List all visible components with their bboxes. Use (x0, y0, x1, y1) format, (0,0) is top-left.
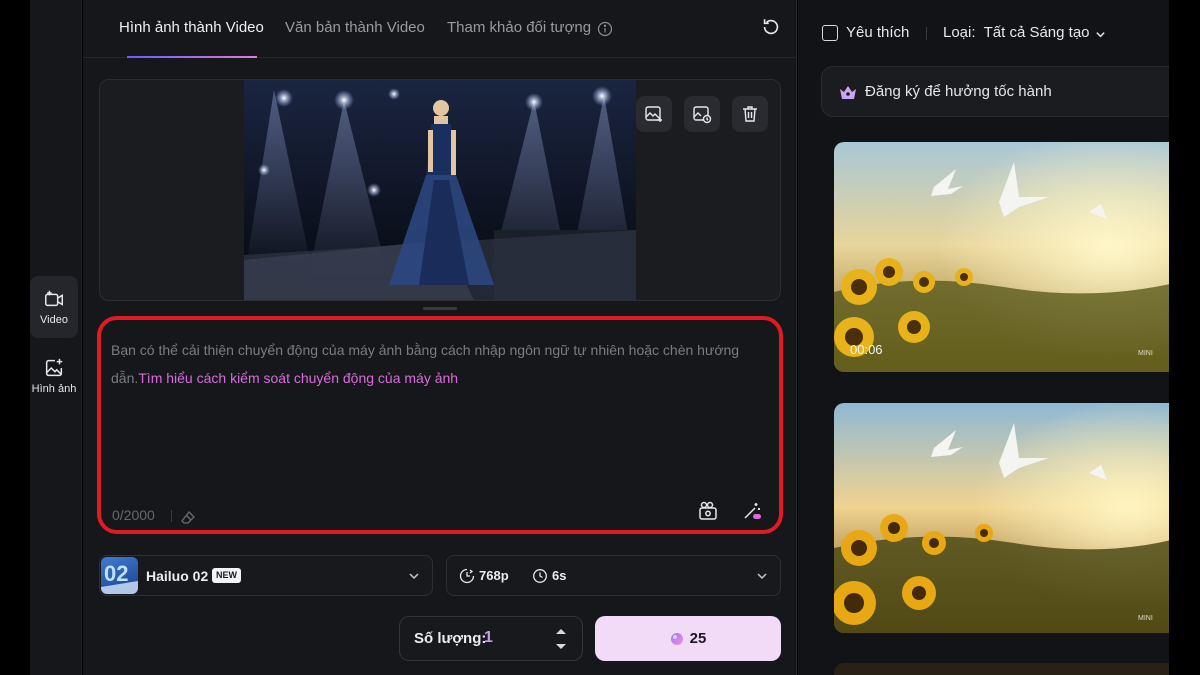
trash-icon (743, 106, 757, 122)
filter-divider (926, 27, 927, 40)
video-duration: 00:06 (850, 342, 883, 357)
uploaded-image-area[interactable] (99, 79, 781, 301)
credit-gem-icon (670, 632, 683, 645)
gallery-video-card[interactable]: 00:06 MINI (834, 142, 1169, 372)
tab-text-to-video[interactable]: Văn bản thành Video (285, 19, 425, 36)
decrement-icon[interactable] (552, 641, 570, 653)
chevron-down-icon (409, 573, 419, 580)
increment-icon[interactable] (552, 625, 570, 637)
prompt-input-area[interactable]: Bạn có thể cải thiện chuyển động của máy… (97, 316, 783, 534)
generate-button[interactable]: 25 (595, 616, 781, 661)
clock-icon (533, 569, 547, 583)
eraser-icon[interactable] (180, 509, 196, 525)
model-selector[interactable]: 02 Hailuo 02 NEW (99, 555, 433, 596)
gallery-video-card-partial[interactable] (834, 663, 1169, 675)
image-clock-icon (693, 106, 712, 124)
nav-item-video[interactable]: Video (30, 276, 78, 338)
chevron-down-icon (757, 573, 767, 580)
video-settings-selector[interactable]: 768p 6s (446, 555, 781, 596)
nav-item-image[interactable]: Hình ảnh (30, 345, 78, 407)
subscribe-banner[interactable]: Đăng ký để hưởng tốc hành (821, 66, 1169, 117)
subscribe-text: Đăng ký để hưởng tốc hành (865, 83, 1052, 100)
type-filter-dropdown[interactable]: Loại: Tất cả Sáng tạo (943, 24, 1090, 41)
mode-tabs: Hình ảnh thành Video Văn bản thành Video… (83, 0, 797, 58)
type-filter-label: Loại: (943, 24, 976, 41)
camera-movement-icon[interactable] (697, 500, 719, 522)
info-icon[interactable] (597, 21, 613, 37)
active-tab-indicator (127, 56, 257, 58)
uploaded-image (244, 80, 636, 300)
tab-image-to-video[interactable]: Hình ảnh thành Video (119, 19, 264, 36)
prompt-placeholder[interactable]: Bạn có thể cải thiện chuyển động của máy… (111, 336, 751, 392)
watermark: MINI (1138, 615, 1153, 622)
left-letterbox (0, 0, 30, 675)
tab-subject-reference[interactable]: Tham khảo đối tượng (447, 19, 591, 36)
reset-icon[interactable] (760, 16, 782, 38)
svg-text:02: 02 (104, 561, 128, 586)
image-history-button[interactable] (684, 96, 720, 132)
favorite-checkbox[interactable] (822, 25, 838, 41)
model-name: Hailuo 02 (146, 568, 209, 584)
favorite-label: Yêu thích (846, 24, 910, 41)
character-counter: 0/2000 (112, 507, 155, 523)
generate-cost: 25 (689, 630, 707, 647)
camera-motion-help-link[interactable]: Tìm hiểu cách kiểm soát chuyển động của … (138, 370, 458, 386)
nav-item-label: Video (40, 314, 68, 326)
image-add-icon (45, 358, 63, 377)
duration-value: 6s (552, 568, 567, 583)
video-thumbnail (834, 142, 1169, 372)
quantity-stepper[interactable]: Số lượng: 1 (399, 616, 583, 661)
left-nav: Video Hình ảnh (30, 0, 82, 675)
resize-handle[interactable] (423, 307, 457, 310)
crown-icon (840, 86, 856, 99)
counter-divider (171, 510, 172, 522)
replace-image-button[interactable] (636, 96, 672, 132)
model-thumbnail: 02 (101, 557, 138, 594)
right-letterbox (1169, 0, 1200, 675)
video-thumbnail (834, 403, 1169, 633)
nav-item-label: Hình ảnh (31, 383, 77, 395)
quantity-label: Số lượng: (414, 630, 487, 647)
image-edit-icon (645, 106, 662, 122)
prompt-enhance-icon[interactable] (741, 500, 763, 522)
gallery-panel: Yêu thích Loại: Tất cả Sáng tạo Đăng ký … (798, 0, 1169, 675)
watermark: MINI (1138, 350, 1153, 357)
main-panel: Hình ảnh thành Video Văn bản thành Video… (83, 0, 797, 675)
new-badge: NEW (212, 568, 241, 583)
type-filter-value: Tất cả Sáng tạo (983, 24, 1090, 41)
quantity-value: 1 (484, 629, 493, 646)
resolution-icon (459, 568, 475, 584)
chevron-down-icon (1096, 32, 1105, 38)
delete-image-button[interactable] (732, 96, 768, 132)
resolution-value: 768p (479, 568, 509, 583)
video-add-icon (45, 290, 63, 307)
gallery-video-card[interactable]: MINI (834, 403, 1169, 633)
